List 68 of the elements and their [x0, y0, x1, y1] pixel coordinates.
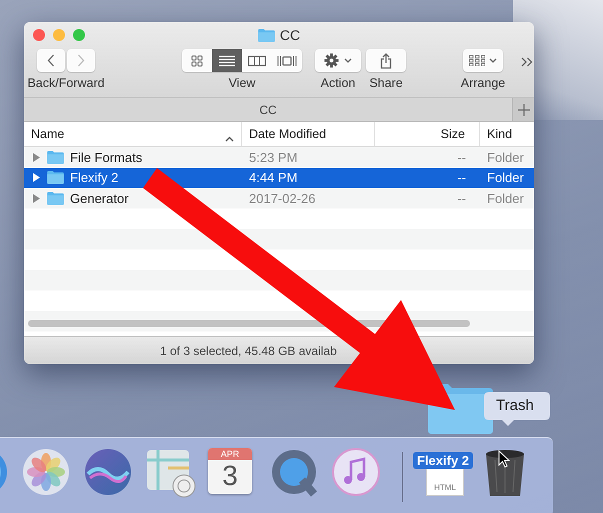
chevron-right-icon	[77, 54, 85, 67]
column-header[interactable]: Date Modified	[242, 122, 375, 146]
kind-cell: Folder	[487, 150, 524, 165]
calendar-day: 3	[222, 460, 238, 492]
zoom-button[interactable]	[73, 29, 85, 41]
share-icon	[380, 52, 392, 68]
trash-tooltip: Trash	[484, 392, 550, 426]
list-icon	[219, 54, 235, 66]
toolbar-label: View	[228, 76, 256, 90]
gear-icon	[324, 53, 339, 68]
close-button[interactable]	[33, 29, 45, 41]
window-title: CC	[280, 27, 300, 43]
music-app-icon[interactable]	[332, 448, 380, 496]
maps-app-icon[interactable]	[146, 448, 198, 498]
date-cell: 4:44 PM	[249, 170, 298, 186]
back-button[interactable]	[37, 49, 65, 72]
file-name: Generator	[70, 190, 129, 206]
date-cell: 2017-02-26	[249, 190, 316, 206]
chevron-left-icon	[47, 54, 55, 67]
action-button[interactable]	[315, 49, 361, 72]
disclosure-triangle-icon[interactable]	[32, 194, 41, 203]
chevron-down-icon	[344, 58, 352, 63]
share-button[interactable]	[366, 49, 406, 72]
file-name-badge: Flexify 2	[413, 452, 474, 469]
calendar-app-icon[interactable]: APR 3	[208, 448, 252, 494]
folder-icon	[258, 28, 275, 42]
file-type-label: HTML	[434, 483, 456, 492]
file-row[interactable]: File Formats 5:23 PM -- Folder	[24, 147, 534, 168]
size-cell: --	[457, 190, 466, 206]
toolbar-label: Action	[320, 76, 356, 90]
size-cell: --	[457, 170, 466, 186]
folder-icon	[47, 171, 64, 184]
kind-cell: Folder	[487, 170, 524, 186]
size-cell: --	[457, 150, 466, 165]
file-row[interactable]: Flexify 2 4:44 PM -- Folder	[24, 168, 534, 188]
chevron-down-icon	[489, 58, 497, 63]
double-chevron-icon[interactable]	[521, 57, 533, 67]
trash-icon[interactable]	[483, 448, 527, 498]
mouse-pointer-icon	[498, 450, 510, 468]
new-tab-button[interactable]	[512, 98, 534, 121]
toolbar-label: Arrange	[460, 76, 506, 90]
gallery-icon	[277, 54, 297, 66]
folder-icon	[47, 150, 64, 164]
disclosure-triangle-icon[interactable]	[32, 152, 41, 162]
forward-button[interactable]	[67, 49, 95, 72]
photos-app-icon[interactable]	[22, 448, 70, 496]
toolbar-label: Back/Forward	[27, 76, 105, 90]
kind-cell: Folder	[487, 190, 524, 206]
quicktime-app-icon[interactable]	[270, 448, 320, 498]
arrange-button[interactable]	[463, 49, 503, 72]
file-row[interactable]: Generator 2017-02-26 -- Folder	[24, 188, 534, 208]
plus-icon	[518, 104, 530, 116]
file-name: File Formats	[70, 150, 142, 165]
column-header[interactable]: Size	[375, 122, 480, 146]
arrange-grid-icon	[469, 55, 485, 66]
column-header[interactable]: Name	[24, 122, 242, 146]
folder-icon	[47, 192, 64, 205]
grid-icon	[191, 54, 203, 66]
date-cell: 5:23 PM	[249, 150, 298, 165]
file-name: Flexify 2	[70, 170, 118, 186]
status-text: 1 of 3 selected, 45.48 GB availab	[160, 344, 337, 358]
calendar-month: APR	[208, 448, 252, 460]
disclosure-triangle-icon[interactable]	[32, 173, 41, 182]
toolbar-label: Share	[369, 76, 403, 90]
column-header[interactable]: Kind	[480, 122, 534, 146]
siri-app-icon[interactable]	[84, 448, 132, 496]
columns-icon	[248, 54, 266, 66]
view-mode-button[interactable]	[212, 49, 242, 72]
